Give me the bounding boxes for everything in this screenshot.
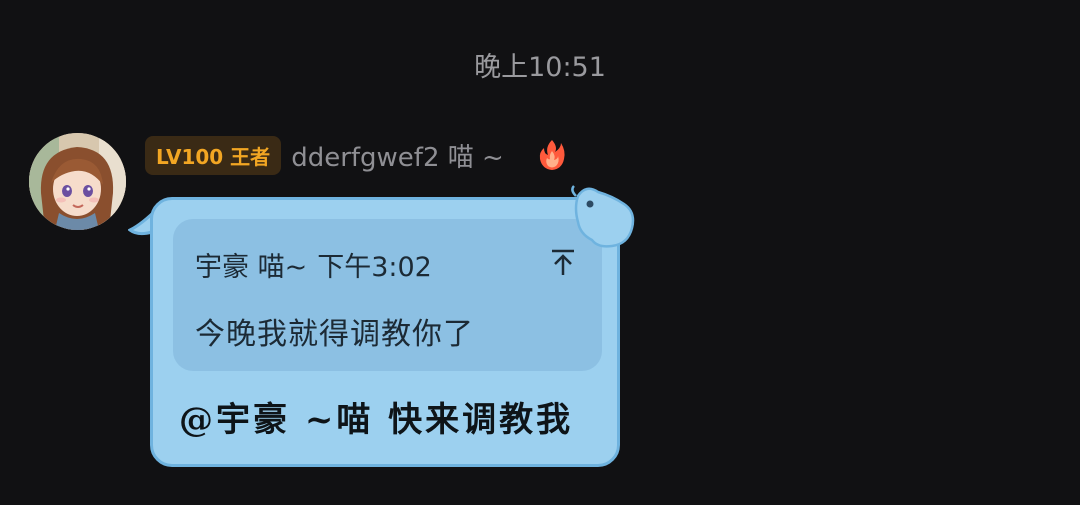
sender-info: LV100 王者 dderfgwef2 喵 ~ xyxy=(145,135,566,175)
chat-screen: 晚上10:51 LV100 王者 dderfgwef2 喵 ~ 宇豪 喵~ 下午… xyxy=(0,0,1080,505)
fire-icon xyxy=(538,139,566,171)
sender-avatar[interactable] xyxy=(29,133,126,230)
message-timestamp: 晚上10:51 xyxy=(474,52,606,83)
quoted-author: 宇豪 喵~ xyxy=(195,252,308,283)
message-text: @宇豪 ~喵 快来调教我 xyxy=(179,400,574,440)
quoted-reply[interactable]: 宇豪 喵~ 下午3:02 今晚我就得调教你了 xyxy=(173,219,602,371)
bubble-body: 宇豪 喵~ 下午3:02 今晚我就得调教你了 @宇豪 ~喵 快来调教我 xyxy=(150,197,620,467)
whale-decoration-icon xyxy=(571,185,635,248)
quoted-text: 今晚我就得调教你了 xyxy=(195,317,474,352)
sender-name[interactable]: dderfgwef2 喵 ~ xyxy=(291,137,504,174)
quoted-time: 下午3:02 xyxy=(317,252,432,283)
level-badge: LV100 王者 xyxy=(145,135,282,175)
anime-girl-avatar-icon xyxy=(29,133,126,230)
message-bubble[interactable]: 宇豪 喵~ 下午3:02 今晚我就得调教你了 @宇豪 ~喵 快来调教我 xyxy=(128,182,640,472)
quoted-reply-header: 宇豪 喵~ 下午3:02 xyxy=(195,245,432,284)
